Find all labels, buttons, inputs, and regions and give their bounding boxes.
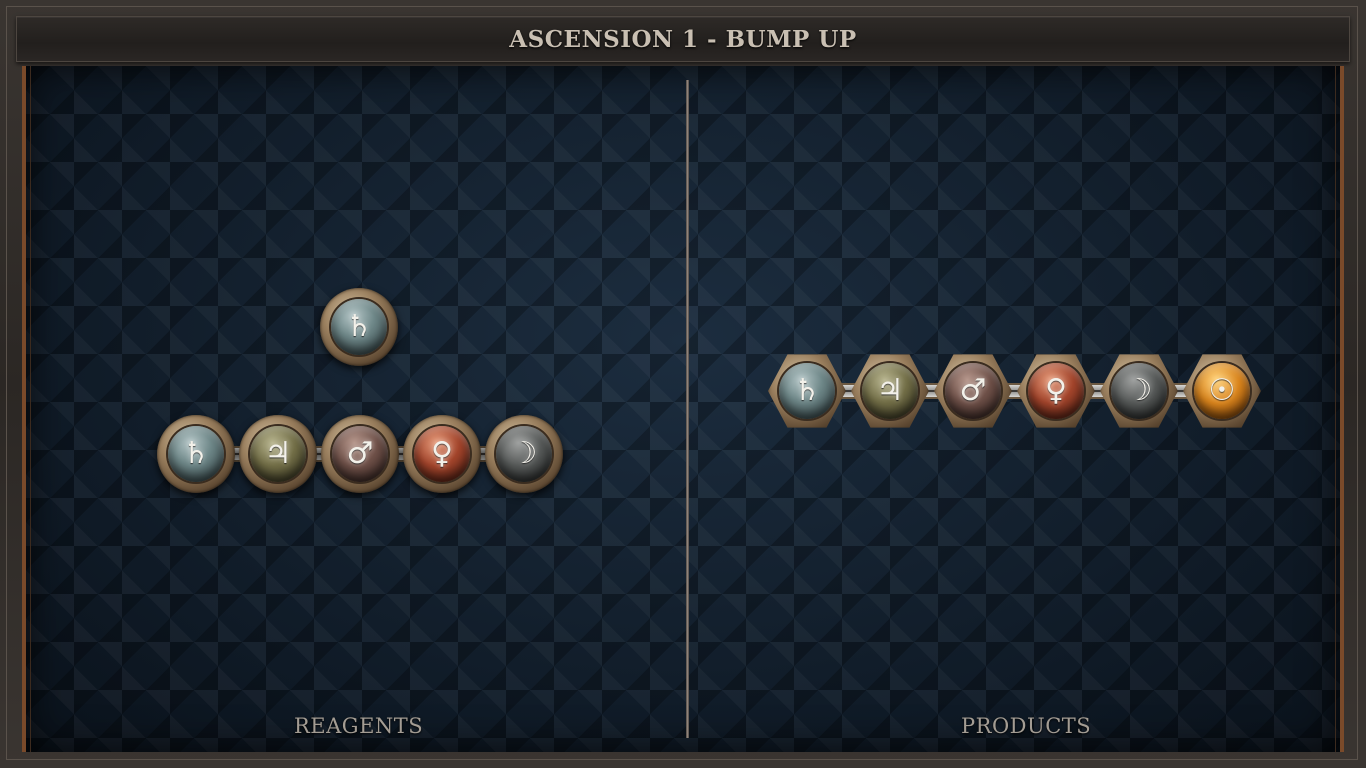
atom-core: ♂ <box>332 426 388 482</box>
atom-core: ☽ <box>496 426 552 482</box>
reagents-label: REAGENTS <box>294 714 424 738</box>
tin-symbol-icon: ♃ <box>264 436 292 471</box>
iron-symbol-icon: ♂ <box>346 436 374 471</box>
reagent-atom-tin[interactable]: ♃ <box>239 415 317 493</box>
lead-symbol-icon: ♄ <box>182 436 210 471</box>
window-frame: ASCENSION 1 - BUMP UP ♄ ♄ ♃ ♂ ♀ ☽ ♄ ♃ ♂ … <box>0 0 1366 768</box>
lead-symbol-icon: ♄ <box>793 373 821 408</box>
gold-symbol-icon: ☉ <box>1208 373 1236 408</box>
silver-symbol-icon: ☽ <box>1125 373 1153 408</box>
page-title: ASCENSION 1 - BUMP UP <box>509 25 857 53</box>
product-atom-copper[interactable]: ♀ <box>1017 352 1095 430</box>
silver-symbol-icon: ☽ <box>510 436 538 471</box>
title-bar: ASCENSION 1 - BUMP UP <box>16 16 1350 62</box>
product-atom-tin[interactable]: ♃ <box>851 352 929 430</box>
product-atom-iron[interactable]: ♂ <box>934 352 1012 430</box>
product-atom-lead[interactable]: ♄ <box>768 352 846 430</box>
iron-symbol-icon: ♂ <box>959 373 987 408</box>
reagent-atom-iron[interactable]: ♂ <box>321 415 399 493</box>
atom-core-lead: ♄ <box>331 299 387 355</box>
lead-symbol-icon: ♄ <box>345 309 373 344</box>
atom-core: ☉ <box>1194 363 1250 419</box>
copper-symbol-icon: ♀ <box>1045 373 1067 408</box>
atom-core: ♀ <box>1028 363 1084 419</box>
atom-core: ♄ <box>779 363 835 419</box>
atom-core: ♃ <box>862 363 918 419</box>
tin-symbol-icon: ♃ <box>876 373 904 408</box>
atom-core: ♄ <box>168 426 224 482</box>
product-atom-gold[interactable]: ☉ <box>1183 352 1261 430</box>
reagent-atom-lead[interactable]: ♄ <box>157 415 235 493</box>
copper-symbol-icon: ♀ <box>431 436 453 471</box>
puzzle-board: ♄ ♄ ♃ ♂ ♀ ☽ ♄ ♃ ♂ ♀ ☽ ☉ REAGENTS PRODUCT… <box>22 66 1344 752</box>
atom-core: ♂ <box>945 363 1001 419</box>
reagent-atom-copper[interactable]: ♀ <box>403 415 481 493</box>
reagent-atom-silver[interactable]: ☽ <box>485 415 563 493</box>
panel-divider <box>686 80 689 738</box>
products-label: PRODUCTS <box>961 714 1092 738</box>
reagent-single-atom[interactable]: ♄ <box>320 288 398 366</box>
atom-core: ♃ <box>250 426 306 482</box>
atom-core: ☽ <box>1111 363 1167 419</box>
product-atom-silver[interactable]: ☽ <box>1100 352 1178 430</box>
atom-core: ♀ <box>414 426 470 482</box>
